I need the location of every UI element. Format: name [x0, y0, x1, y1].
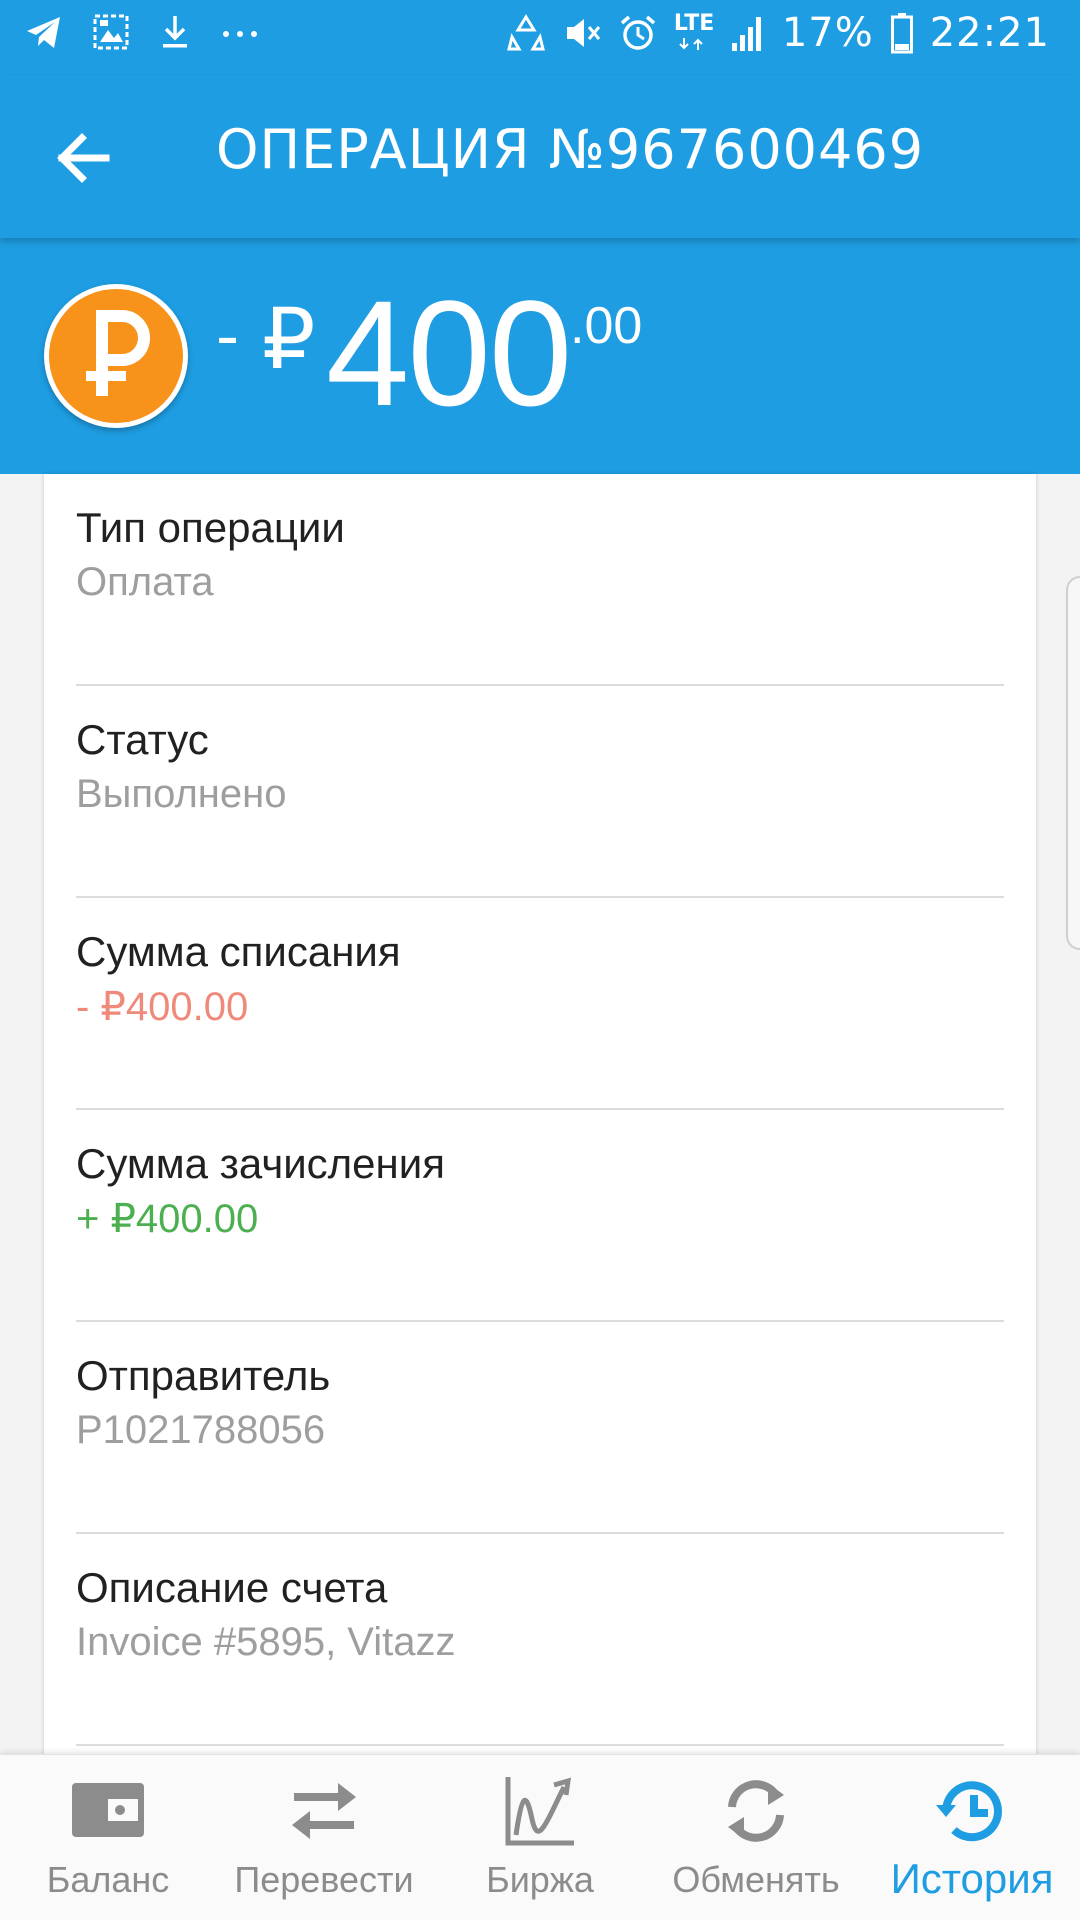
detail-value: - ₽400.00 — [76, 985, 249, 1029]
scroll-handle[interactable] — [1066, 576, 1080, 950]
battery-percent: 17% — [781, 10, 874, 56]
data-saver-icon — [506, 14, 545, 51]
detail-row-sender: Отправитель P1021788056 — [76, 1322, 1004, 1534]
transfer-arrows-icon — [292, 1783, 356, 1839]
detail-row-invoice-description: Описание счета Invoice #5895, Vitazz — [76, 1534, 1004, 1746]
nav-item-balance[interactable]: Баланс — [0, 1755, 216, 1920]
details-card: Тип операции Оплата Статус Выполнено Сум… — [44, 474, 1036, 1754]
detail-value: Выполнено — [76, 772, 287, 816]
page-title: ОПЕРАЦИЯ №967600469 — [216, 118, 925, 181]
detail-label: Сумма зачисления — [76, 1140, 445, 1187]
nav-item-transfer[interactable]: Перевести — [216, 1755, 432, 1920]
detail-row-debit-amount: Сумма списания - ₽400.00 — [76, 898, 1004, 1110]
download-icon — [163, 16, 187, 48]
amount-sign: - — [216, 300, 240, 374]
exchange-refresh-icon — [728, 1780, 784, 1842]
clock: 22:21 — [929, 10, 1050, 56]
signal-icon — [731, 17, 761, 51]
app-screen: LTE 17% 22:21 ОПЕРАЦИЯ №967600469 - ₽ 40… — [0, 0, 1080, 1920]
arrow-left-icon — [57, 133, 110, 183]
history-icon — [936, 1781, 1002, 1842]
nav-label: Обменять — [672, 1859, 840, 1900]
lte-label: LTE — [673, 11, 715, 36]
detail-label: Сумма списания — [76, 928, 401, 975]
chart-icon — [505, 1777, 574, 1846]
status-bar-right: LTE 17% 22:21 — [506, 10, 1050, 56]
detail-label: Тип операции — [76, 504, 345, 551]
alarm-icon — [620, 15, 655, 50]
nav-label: Перевести — [234, 1859, 414, 1900]
divider — [76, 1744, 1004, 1746]
app-bar: ОПЕРАЦИЯ №967600469 — [0, 76, 1080, 238]
amount-fraction: .00 — [570, 297, 643, 355]
ruble-coin-icon — [86, 310, 150, 396]
detail-value: Invoice #5895, Vitazz — [76, 1620, 456, 1664]
currency-avatar — [44, 284, 188, 428]
telegram-icon — [27, 17, 60, 48]
battery-icon — [890, 13, 913, 54]
nav-item-exchange[interactable]: Обменять — [648, 1755, 864, 1920]
detail-label: Статус — [76, 716, 209, 763]
amount-currency-symbol: ₽ — [262, 290, 316, 388]
detail-value: Оплата — [76, 560, 214, 604]
gallery-icon — [93, 14, 129, 50]
status-bar: LTE 17% 22:21 — [0, 0, 1080, 76]
detail-value: P1021788056 — [76, 1408, 326, 1452]
detail-label: Отправитель — [76, 1352, 331, 1399]
more-dots-icon — [223, 31, 257, 37]
nav-label: Биржа — [486, 1859, 594, 1900]
detail-row-operation-type: Тип операции Оплата — [76, 474, 1004, 686]
nav-item-history[interactable]: История — [864, 1755, 1080, 1920]
detail-row-status: Статус Выполнено — [76, 686, 1004, 898]
nav-label: Баланс — [46, 1859, 170, 1900]
detail-label: Описание счета — [76, 1564, 388, 1611]
bottom-navigation: Баланс Перевести Биржа Обменять История — [0, 1754, 1080, 1920]
nav-label: История — [890, 1855, 1054, 1902]
back-button[interactable] — [48, 122, 120, 194]
lte-icon: LTE — [674, 13, 714, 53]
detail-value: + ₽400.00 — [76, 1197, 259, 1241]
wallet-icon — [72, 1783, 144, 1837]
detail-row-credit-amount: Сумма зачисления + ₽400.00 — [76, 1110, 1004, 1322]
amount-value: 400 — [326, 269, 572, 437]
amount-header: - ₽ 400 .00 — [0, 238, 1080, 474]
status-bar-left — [24, 12, 260, 52]
mute-icon — [566, 19, 600, 47]
nav-item-exchange-market[interactable]: Биржа — [432, 1755, 648, 1920]
